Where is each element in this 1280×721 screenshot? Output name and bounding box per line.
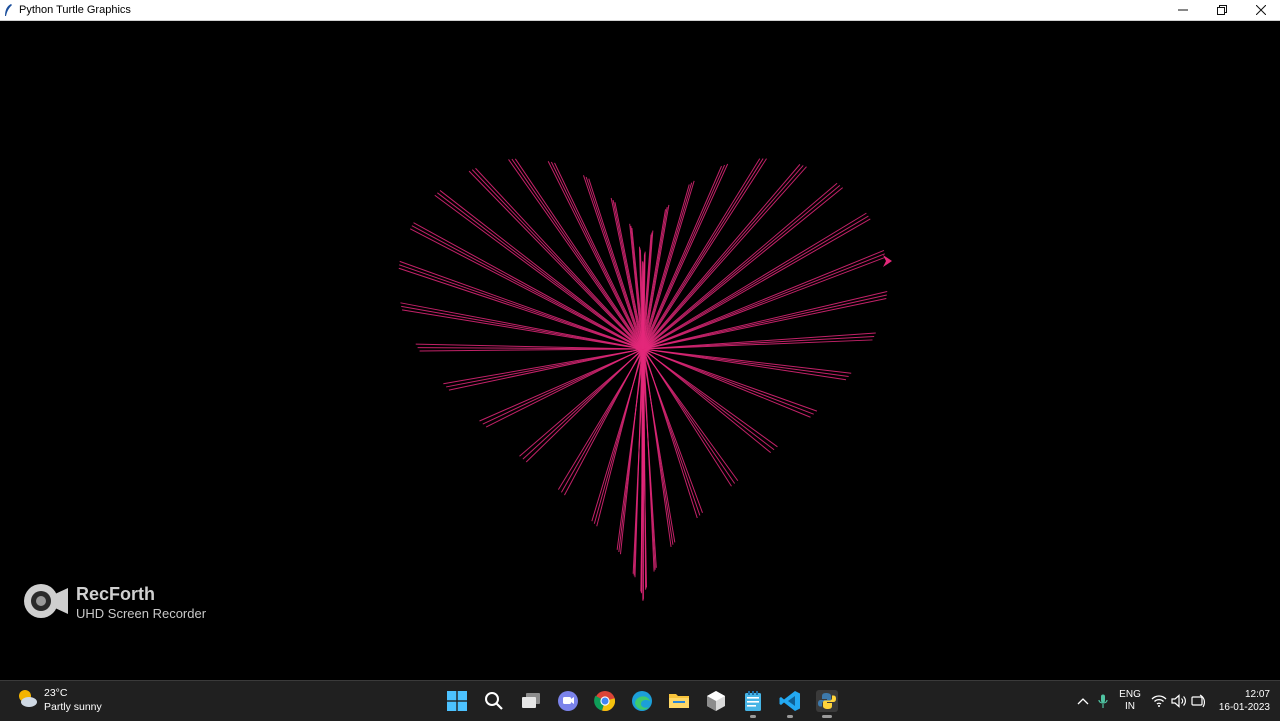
heart-ray-line (644, 159, 767, 349)
file-explorer-button[interactable] (665, 686, 693, 716)
heart-drawing (3, 21, 1278, 677)
heart-ray-line (643, 216, 868, 349)
partly-sunny-icon (16, 688, 38, 713)
heart-ray-line (643, 159, 763, 349)
chrome-button[interactable] (591, 686, 619, 716)
watermark-title: RecForth (76, 585, 206, 605)
weather-desc: Partly sunny (44, 701, 102, 715)
unity-button[interactable] (702, 686, 730, 716)
heart-ray-line (644, 219, 870, 349)
edge-button[interactable] (628, 686, 656, 716)
heart-ray-line (642, 213, 866, 349)
turtle-cursor-icon (883, 255, 892, 267)
notepad-icon (744, 690, 762, 712)
heart-ray-line (642, 159, 760, 349)
windows-icon (447, 691, 467, 711)
chevron-up-icon[interactable] (1073, 697, 1093, 705)
heart-ray-line (643, 165, 803, 349)
heart-ray-line (515, 159, 643, 349)
clock[interactable]: 12:07 16-01-2023 (1219, 688, 1270, 715)
heart-ray-line (480, 349, 644, 421)
heart-ray-line (643, 185, 840, 349)
heart-ray-line (592, 349, 644, 521)
search-icon (484, 691, 504, 711)
recorder-watermark: RecForth UHD Screen Recorder (22, 582, 206, 625)
turtle-canvas[interactable] (3, 21, 1278, 677)
search-button[interactable] (480, 686, 508, 716)
volume-icon[interactable] (1169, 694, 1189, 708)
heart-ray-line (400, 261, 644, 349)
heart-ray-line (435, 195, 642, 349)
task-view-button[interactable] (517, 686, 545, 716)
heart-ray-line (644, 164, 728, 349)
heart-ray-line (512, 159, 643, 349)
heart-ray-line (519, 349, 643, 456)
camera-icon (22, 582, 68, 625)
start-button[interactable] (443, 686, 471, 716)
heart-ray-line (472, 170, 643, 349)
system-tray: ENG IN 12:07 16-01-2023 (1073, 685, 1270, 717)
vscode-icon (779, 690, 801, 712)
heart-ray-line (642, 183, 837, 349)
teams-chat-button[interactable] (554, 686, 582, 716)
heart-ray-line (443, 349, 643, 384)
heart-ray-line (644, 349, 771, 453)
heart-ray-line (509, 159, 643, 349)
restore-button[interactable] (1202, 0, 1241, 20)
heart-ray-line (555, 163, 644, 349)
window-title: Python Turtle Graphics (19, 4, 131, 16)
weather-temp: 23°C (44, 687, 102, 701)
python-icon (816, 690, 838, 712)
python-turtle-button[interactable] (813, 686, 841, 716)
heart-ray-line (643, 337, 874, 349)
heart-ray-line (420, 349, 643, 351)
heart-ray-line (437, 193, 643, 349)
notepad-button[interactable] (739, 686, 767, 716)
heart-rays (399, 159, 887, 601)
weather-widget[interactable]: 23°C Partly sunny (16, 687, 102, 714)
heart-ray-line (469, 171, 642, 349)
language-indicator[interactable]: ENG IN (1119, 689, 1141, 714)
taskbar: 23°C Partly sunny (0, 680, 1280, 721)
battery-saver-icon[interactable] (1189, 694, 1209, 708)
chrome-icon (594, 690, 616, 712)
heart-ray-line (644, 349, 732, 486)
vscode-button[interactable] (776, 686, 804, 716)
teams-chat-icon (557, 690, 579, 712)
window-title-bar[interactable]: Python Turtle Graphics (0, 0, 1280, 21)
heart-ray-line (617, 349, 644, 550)
region-code: IN (1119, 701, 1141, 714)
watermark-subtitle: UHD Screen Recorder (76, 607, 206, 621)
microphone-icon[interactable] (1093, 694, 1113, 709)
clock-time: 12:07 (1219, 688, 1270, 702)
feather-icon (4, 3, 16, 17)
minimize-button[interactable] (1163, 0, 1202, 20)
edge-icon (631, 690, 653, 712)
unity-icon (706, 690, 726, 712)
heart-ray-line (440, 190, 644, 349)
wifi-icon[interactable] (1149, 695, 1169, 707)
folder-icon (668, 692, 690, 710)
task-view-icon (521, 692, 541, 710)
close-button[interactable] (1241, 0, 1280, 20)
clock-date: 16-01-2023 (1219, 701, 1270, 715)
language-code: ENG (1119, 689, 1141, 702)
heart-ray-line (644, 349, 846, 380)
